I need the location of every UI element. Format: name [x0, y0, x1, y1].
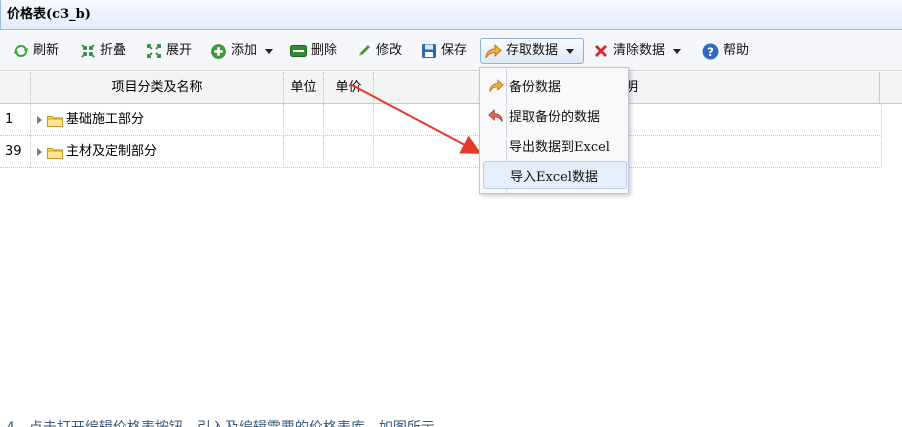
share-arrow-icon [489, 78, 504, 92]
menu-item-export-excel[interactable]: 导出数据到Excel [483, 131, 627, 159]
menu-item-restore[interactable]: 提取备份的数据 [483, 101, 627, 129]
data-access-menu: 备份数据 提取备份的数据 导出数据到Excel 导入Excel数据 [479, 67, 629, 194]
menu-item-label: 备份数据 [509, 79, 562, 95]
menu-item-label: 提取备份的数据 [509, 109, 601, 125]
menu-item-backup[interactable]: 备份数据 [483, 71, 627, 99]
red-arrow [349, 83, 482, 154]
annotation-arrow [349, 83, 482, 154]
menu-item-label: 导出数据到Excel [509, 139, 610, 155]
undo-arrow-icon [488, 108, 503, 122]
menu-item-import-excel[interactable]: 导入Excel数据 [483, 161, 627, 189]
instruction-text: 4、点击打开编辑价格表按钮，引入及编辑需要的价格表库，如图所示 [6, 417, 435, 427]
menu-item-label: 导入Excel数据 [510, 169, 598, 185]
